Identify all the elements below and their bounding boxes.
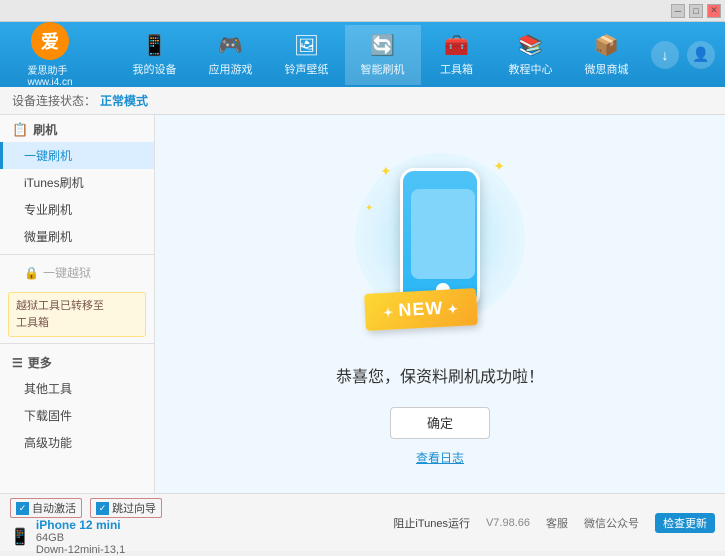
nav-bar: 📱 我的设备 🎮 应用游戏 🖼 铃声壁纸 🔄 智能刷机 🧰 工具箱 📚 教程中心… <box>110 25 651 85</box>
close-button[interactable]: ✕ <box>707 4 721 18</box>
download-button[interactable]: ↓ <box>651 41 679 69</box>
device-phone-icon: 📱 <box>10 527 30 547</box>
nav-apps-games[interactable]: 🎮 应用游戏 <box>193 25 269 85</box>
nav-wallpaper[interactable]: 🖼 铃声壁纸 <box>269 25 345 85</box>
nav-label: 微思商城 <box>585 61 629 77</box>
device-capacity: 64GB <box>36 532 125 544</box>
sidebar-item-pro-flash[interactable]: 专业刷机 <box>0 196 154 223</box>
sidebar-section-flash: 📋 刷机 <box>0 115 154 142</box>
flash-icon: 🔄 <box>370 33 395 58</box>
checkbox-mark: ✓ <box>16 502 29 515</box>
main-layout: 📋 刷机 一键刷机 iTunes刷机 专业刷机 微量刷机 🔒 一键越狱 越狱工具… <box>0 115 725 493</box>
logo-icon: 爱 <box>31 22 69 60</box>
sparkle-icon-3: ✦ <box>365 203 373 214</box>
checkbox-label: 自动激活 <box>32 500 76 516</box>
checkbox-mark: ✓ <box>96 502 109 515</box>
device-info-row: 📱 iPhone 12 mini 64GB Down-12mini-13,1 <box>10 518 162 556</box>
auto-activate-checkbox[interactable]: ✓ 自动激活 <box>10 498 82 518</box>
sidebar: 📋 刷机 一键刷机 iTunes刷机 专业刷机 微量刷机 🔒 一键越狱 越狱工具… <box>0 115 155 493</box>
logo-area: 爱 爱思助手 www.i4.cn <box>10 22 90 88</box>
maximize-button[interactable]: □ <box>689 4 703 18</box>
minimize-button[interactable]: ─ <box>671 4 685 18</box>
flash-section-icon: 📋 <box>12 122 28 138</box>
weishi-icon: 📦 <box>594 33 619 58</box>
nav-tutorial[interactable]: 📚 教程中心 <box>493 25 569 85</box>
device-icon: 📱 <box>142 33 167 58</box>
nav-label: 应用游戏 <box>209 61 253 77</box>
status-bar: 设备连接状态： 正常模式 <box>0 87 725 115</box>
content-area: ✦ ✦ ✦ NEW 恭喜您，保资料刷机成功啦！ 确定 查看日志 <box>155 115 725 493</box>
nav-label: 我的设备 <box>133 61 177 77</box>
skip-wizard-checkbox[interactable]: ✓ 跳过向导 <box>90 498 162 518</box>
header: 爱 爱思助手 www.i4.cn 📱 我的设备 🎮 应用游戏 🖼 铃声壁纸 🔄 … <box>0 22 725 87</box>
sidebar-item-jailbreak: 🔒 一键越狱 <box>0 259 154 286</box>
logo-text: 爱思助手 www.i4.cn <box>27 62 72 88</box>
checkboxes-row: ✓ 自动激活 ✓ 跳过向导 <box>10 498 162 518</box>
sidebar-item-itunes-flash[interactable]: iTunes刷机 <box>0 169 154 196</box>
success-message: 恭喜您，保资料刷机成功啦！ <box>336 363 544 387</box>
more-icon: ☰ <box>12 356 23 370</box>
nav-smart-flash[interactable]: 🔄 智能刷机 <box>345 25 421 85</box>
jailbreak-notice: 越狱工具已转移至 工具箱 <box>8 292 146 337</box>
lock-icon: 🔒 <box>24 266 39 280</box>
status-label: 设备连接状态： <box>12 92 96 109</box>
phone-body <box>400 168 480 308</box>
nav-my-device[interactable]: 📱 我的设备 <box>117 25 193 85</box>
view-log-link[interactable]: 查看日志 <box>416 449 464 466</box>
sidebar-item-one-click-flash[interactable]: 一键刷机 <box>0 142 154 169</box>
device-name: iPhone 12 mini <box>36 518 125 532</box>
phone-illustration: ✦ ✦ ✦ NEW <box>350 143 530 343</box>
window-controls: ─ □ ✕ <box>671 4 721 18</box>
confirm-button[interactable]: 确定 <box>390 407 490 439</box>
sparkle-icon-1: ✦ <box>380 163 392 180</box>
nav-label: 铃声壁纸 <box>285 61 329 77</box>
sidebar-divider-2 <box>0 343 154 344</box>
nav-toolbox[interactable]: 🧰 工具箱 <box>421 25 493 85</box>
nav-label: 教程中心 <box>509 61 553 77</box>
sparkle-icon-2: ✦ <box>493 158 505 175</box>
sidebar-section-more: ☰ 更多 <box>0 348 154 375</box>
nav-label: 工具箱 <box>440 61 473 77</box>
wallpaper-icon: 🖼 <box>294 33 319 58</box>
device-model: Down-12mini-13,1 <box>36 544 125 556</box>
nav-right-buttons: ↓ 👤 <box>651 41 715 69</box>
sidebar-item-download-firmware[interactable]: 下载固件 <box>0 402 154 429</box>
sidebar-item-micro-flash[interactable]: 微量刷机 <box>0 223 154 250</box>
sidebar-divider <box>0 254 154 255</box>
new-badge: NEW <box>364 288 478 331</box>
checkbox-label: 跳过向导 <box>112 500 156 516</box>
user-button[interactable]: 👤 <box>687 41 715 69</box>
status-value: 正常模式 <box>100 92 148 109</box>
toolbox-icon: 🧰 <box>444 33 469 58</box>
nav-weishi[interactable]: 📦 微思商城 <box>569 25 645 85</box>
bottom-bar: ✓ 自动激活 ✓ 跳过向导 📱 iPhone 12 mini 64GB Down… <box>0 493 725 551</box>
tutorial-icon: 📚 <box>518 33 543 58</box>
title-bar: ─ □ ✕ <box>0 0 725 22</box>
nav-label: 智能刷机 <box>361 61 405 77</box>
apps-icon: 🎮 <box>218 33 243 58</box>
sidebar-item-advanced[interactable]: 高级功能 <box>0 429 154 456</box>
device-details: iPhone 12 mini 64GB Down-12mini-13,1 <box>36 518 125 556</box>
sidebar-item-other-tools[interactable]: 其他工具 <box>0 375 154 402</box>
phone-screen <box>411 189 475 279</box>
